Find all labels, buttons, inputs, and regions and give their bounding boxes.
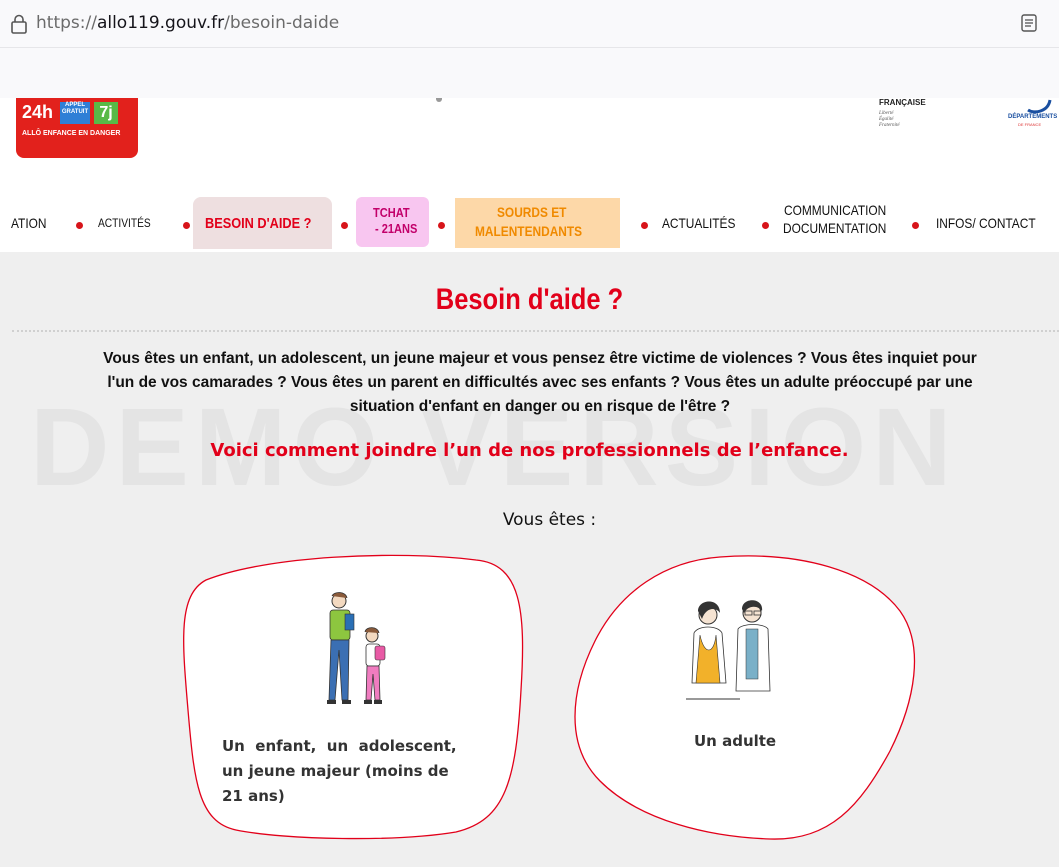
departements-swoosh-icon: [1027, 99, 1052, 114]
nav-item-besoin-daide[interactable]: BESOIN D'AIDE ?: [205, 216, 311, 231]
url-scheme: https://: [36, 13, 97, 33]
logo-appel-badge: APPEL GRATUIT: [60, 102, 90, 124]
card-enfant-line-1: Un enfant, un adolescent,: [222, 737, 457, 755]
nav-item-tchat-21ans[interactable]: - 21ANS: [375, 221, 417, 236]
card-enfant-line-3: 21 ans): [222, 787, 285, 805]
nav-bullet: [76, 222, 83, 229]
logo-hours: 24h: [22, 102, 54, 122]
vous-etes-label: Vous êtes :: [502, 510, 597, 530]
nav-item-sourds[interactable]: SOURDS ET: [497, 205, 566, 220]
nav-item-information[interactable]: ATION: [11, 216, 46, 231]
logo-appel: APPEL: [64, 102, 85, 108]
rf-title: FRANÇAISE: [879, 98, 926, 107]
allo119-logo[interactable]: 24h APPEL GRATUIT 7j ALLÔ ENFANCE EN DANG…: [16, 98, 138, 158]
browser-url-bar[interactable]: https://allo119.gouv.fr/besoin-daide: [0, 0, 1059, 48]
page-title: Besoin d'aide ?: [435, 283, 624, 316]
intro-line-1: Vous êtes un enfant, un adolescent, un j…: [103, 350, 977, 367]
child-and-teen-illustration: [327, 592, 386, 704]
nav-item-malentendants[interactable]: MALENTENDANTS: [475, 224, 582, 239]
nav-bullet: [183, 222, 190, 229]
card-enfant-line-2: un jeune majeur (moins de: [222, 762, 449, 780]
nav-item-documentation[interactable]: DOCUMENTATION: [783, 221, 886, 236]
lock-icon: [11, 14, 27, 34]
departements-subtitle: DE FRANCE: [1018, 122, 1042, 127]
nav-item-activites[interactable]: ACTIVITÉS: [98, 216, 151, 231]
browser-toolbar-strip: [0, 48, 1059, 98]
intro-line-3: situation d'enfant en danger ou en risqu…: [349, 398, 731, 415]
nav-item-tchat[interactable]: TCHAT: [373, 205, 410, 220]
nav-bullet: [438, 222, 445, 229]
reader-view-icon[interactable]: [1021, 14, 1037, 32]
nav-bullet: [341, 222, 348, 229]
logo-tagline: ALLÔ ENFANCE EN DANGER: [22, 130, 121, 137]
card-enfant-label[interactable]: Un enfant, un adolescent, un jeune majeu…: [222, 734, 492, 809]
intro-line-2: l'un de vos camarades ? Vous êtes un par…: [107, 374, 973, 391]
url-text[interactable]: https://allo119.gouv.fr/besoin-daide: [36, 13, 339, 33]
contact-cta-text: Voici comment joindre l’un de nos profes…: [210, 440, 849, 461]
logo-gratuit: GRATUIT: [61, 109, 89, 115]
nav-item-infos-contact[interactable]: INFOS/ CONTACT: [936, 216, 1036, 231]
url-host: allo119.gouv.fr: [96, 13, 225, 33]
card-adulte-label[interactable]: Un adulte: [694, 729, 776, 754]
nav-bullet: [762, 222, 769, 229]
title-divider: [12, 330, 1059, 332]
departements-title: DÉPARTEMENTS: [1008, 114, 1058, 120]
adults-illustration: [686, 600, 771, 700]
departements-de-france-logo[interactable]: DÉPARTEMENTS DE FRANCE: [1008, 98, 1059, 138]
nav-item-actualites[interactable]: ACTUALITÉS: [662, 216, 735, 231]
republique-francaise-logo[interactable]: FRANÇAISE Liberté Égalité Fraternité: [879, 98, 949, 142]
nav-bullet: [641, 222, 648, 229]
logo-days: 7j: [94, 102, 118, 124]
intro-paragraph: Vous êtes un enfant, un adolescent, un j…: [10, 347, 1059, 419]
url-path: /besoin-daide: [224, 13, 340, 33]
rf-motto-3: Fraternité: [879, 123, 900, 128]
nav-item-communication[interactable]: COMMUNICATION: [784, 203, 886, 218]
nav-bullet: [912, 222, 919, 229]
